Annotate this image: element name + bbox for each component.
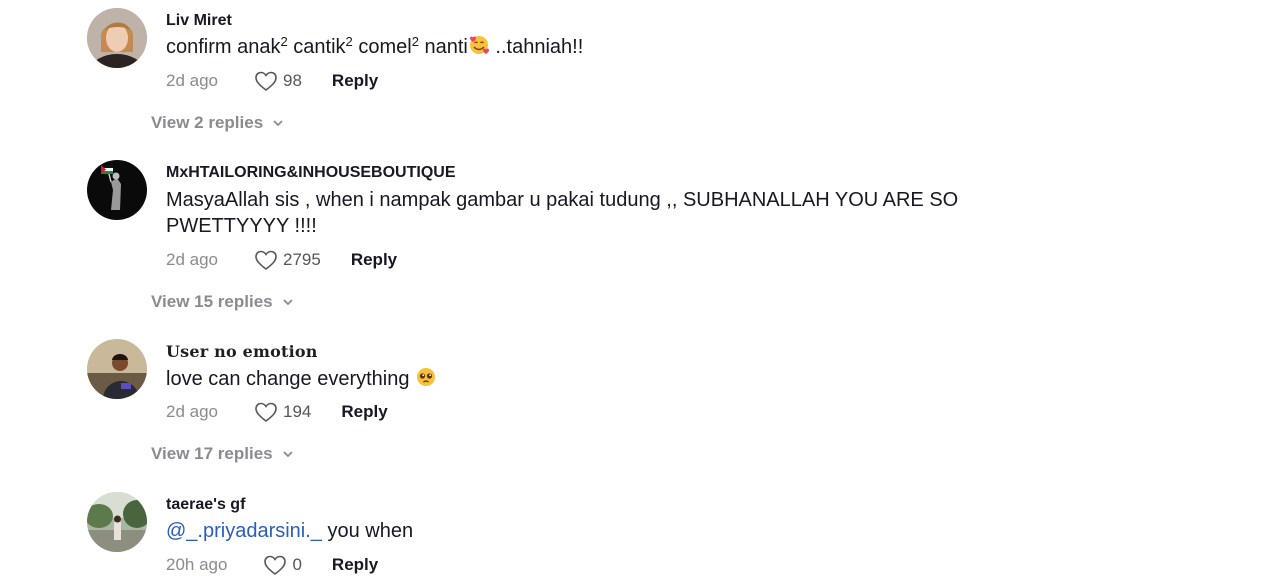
avatar[interactable] bbox=[87, 339, 147, 399]
chevron-down-icon bbox=[282, 299, 293, 306]
comment-text: confirm anak2 cantik2 comel2 nanti ..tah… bbox=[166, 34, 986, 60]
comment-text-part: confirm anak bbox=[166, 36, 281, 58]
comment-meta: 20h ago 0 Reply bbox=[166, 553, 378, 577]
superscript: 2 bbox=[411, 34, 419, 49]
like-button[interactable]: 2795 bbox=[254, 249, 321, 271]
view-replies-button[interactable]: View 2 replies bbox=[151, 113, 285, 133]
superscript: 2 bbox=[345, 34, 353, 49]
comment-meta: 2d ago 98 Reply bbox=[166, 69, 378, 93]
comment-timestamp: 2d ago bbox=[166, 402, 218, 421]
like-button[interactable]: 98 bbox=[254, 70, 302, 92]
reply-button[interactable]: Reply bbox=[351, 250, 397, 270]
comment-text-part: love can change everything bbox=[166, 368, 410, 390]
like-count: 194 bbox=[283, 402, 312, 421]
like-count: 2795 bbox=[283, 250, 321, 269]
comment-meta: 2d ago 194 Reply bbox=[166, 400, 388, 424]
comment-username[interactable]: MxHTAILORING&INHOUSEBOUTIQUE bbox=[166, 163, 455, 183]
avatar[interactable] bbox=[87, 160, 147, 220]
comment-username[interactable]: User no emotion bbox=[166, 342, 318, 362]
comment-text: love can change everything bbox=[166, 366, 986, 392]
view-replies-label: View 17 replies bbox=[151, 444, 273, 463]
comment-meta: 2d ago 2795 Reply bbox=[166, 248, 397, 272]
reply-button[interactable]: Reply bbox=[332, 555, 378, 575]
comment-text: MasyaAllah sis , when i nampak gambar u … bbox=[166, 189, 959, 237]
comment-text-part: nanti bbox=[418, 36, 468, 58]
like-count: 0 bbox=[292, 555, 302, 574]
smiling-face-with-hearts-icon bbox=[468, 34, 490, 56]
comment-username[interactable]: taerae's gf bbox=[166, 495, 245, 515]
superscript: 2 bbox=[280, 34, 288, 49]
comment-text-part: ..tahniah!! bbox=[489, 36, 584, 58]
comment-text-part: cantik bbox=[287, 36, 346, 58]
like-count: 98 bbox=[283, 71, 302, 90]
comment-timestamp: 2d ago bbox=[166, 71, 218, 90]
comment-text: @_.priyadarsini._ you when bbox=[166, 518, 986, 544]
chevron-down-icon bbox=[273, 120, 283, 127]
comment-username[interactable]: Liv Miret bbox=[166, 11, 232, 31]
like-button[interactable]: 194 bbox=[254, 401, 311, 423]
mention-link[interactable]: @_.priyadarsini._ bbox=[166, 520, 322, 542]
reply-button[interactable]: Reply bbox=[332, 71, 378, 91]
heart-icon bbox=[255, 250, 277, 271]
view-replies-label: View 2 replies bbox=[151, 113, 264, 132]
comment-timestamp: 2d ago bbox=[166, 250, 218, 269]
heart-icon bbox=[264, 555, 287, 576]
chevron-down-icon bbox=[282, 451, 293, 458]
view-replies-label: View 15 replies bbox=[151, 292, 273, 311]
comment-text-part: comel bbox=[352, 36, 412, 58]
comment-timestamp: 20h ago bbox=[166, 555, 228, 574]
avatar[interactable] bbox=[87, 8, 147, 68]
heart-icon bbox=[255, 71, 277, 92]
pleading-face-icon bbox=[415, 366, 437, 388]
reply-button[interactable]: Reply bbox=[341, 402, 387, 422]
like-button[interactable]: 0 bbox=[263, 554, 302, 576]
view-replies-button[interactable]: View 15 replies bbox=[151, 292, 295, 312]
comment-text-part: you when bbox=[321, 520, 414, 542]
heart-icon bbox=[255, 402, 277, 423]
view-replies-button[interactable]: View 17 replies bbox=[151, 444, 295, 464]
avatar[interactable] bbox=[87, 492, 147, 552]
